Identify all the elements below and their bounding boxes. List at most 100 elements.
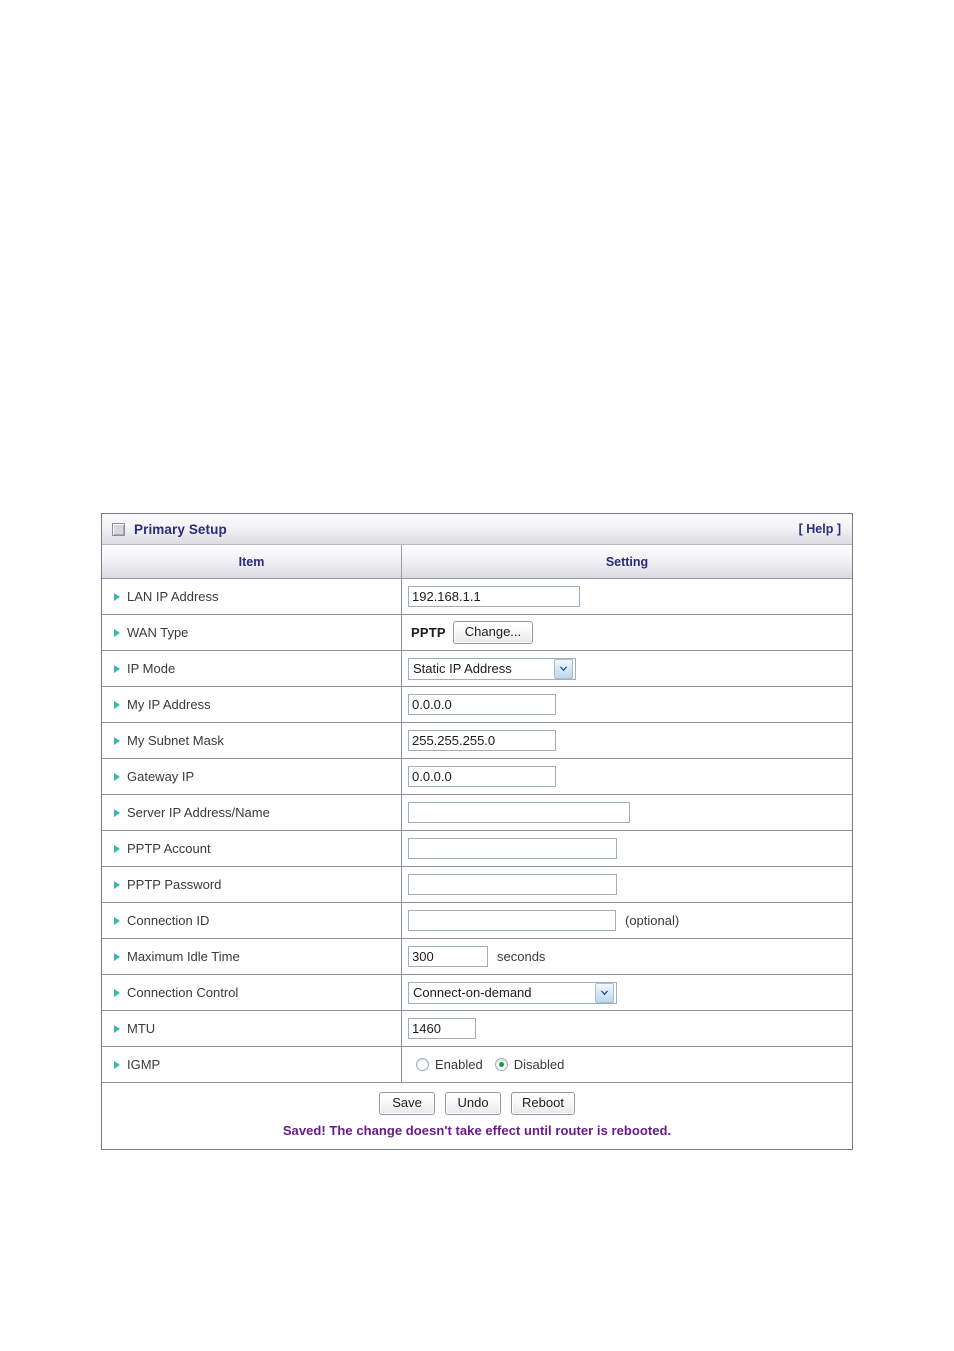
row-setting-cell (402, 687, 852, 722)
row-label: LAN IP Address (127, 589, 219, 604)
row-label-cell: My Subnet Mask (102, 723, 402, 758)
table-row: My Subnet Mask (102, 723, 852, 759)
bullet-arrow-icon (114, 700, 120, 709)
row-setting-cell: seconds (402, 939, 852, 974)
row-label-cell: Connection ID (102, 903, 402, 938)
column-header-setting-label: Setting (605, 554, 649, 569)
row-setting-cell: Connect-on-demand (402, 975, 852, 1010)
bullet-arrow-icon (114, 1024, 120, 1033)
bullet-arrow-icon (114, 628, 120, 637)
row-label-cell: IP Mode (102, 651, 402, 686)
table-row: IP Mode Static IP Address (102, 651, 852, 687)
row-label: PPTP Account (127, 841, 211, 856)
connection-control-selected-value: Connect-on-demand (413, 985, 532, 1000)
row-label: Gateway IP (127, 769, 195, 784)
column-header-setting: Setting (402, 545, 852, 578)
mtu-input[interactable] (408, 1018, 476, 1039)
table-row: Server IP Address/Name (102, 795, 852, 831)
bullet-arrow-icon (114, 772, 120, 781)
table-row: IGMP Enabled Disabled (102, 1047, 852, 1083)
my-subnet-mask-input[interactable] (408, 730, 556, 751)
server-ip-address-name-input[interactable] (408, 802, 630, 823)
row-label-cell: Connection Control (102, 975, 402, 1010)
gateway-ip-input[interactable] (408, 766, 556, 787)
row-setting-cell (402, 1011, 852, 1046)
row-label: Connection ID (127, 913, 210, 928)
my-ip-address-input[interactable] (408, 694, 556, 715)
table-row: PPTP Password (102, 867, 852, 903)
row-setting-cell (402, 723, 852, 758)
igmp-enabled-label[interactable]: Enabled (435, 1057, 483, 1072)
ip-mode-select[interactable]: Static IP Address (408, 657, 576, 680)
column-header-item-label: Item (238, 554, 265, 569)
row-label: Connection Control (127, 985, 239, 1000)
bullet-arrow-icon (114, 880, 120, 889)
panel-titlebar: Primary Setup [ Help ] (102, 514, 852, 545)
bullet-arrow-icon (114, 916, 120, 925)
wan-type-value: PPTP (411, 625, 446, 640)
status-message: Saved! The change doesn't take effect un… (282, 1123, 672, 1138)
reboot-button[interactable]: Reboot (511, 1092, 575, 1115)
connection-id-input[interactable] (408, 910, 616, 931)
igmp-disabled-label[interactable]: Disabled (514, 1057, 565, 1072)
panel-footer: Save Undo Reboot Saved! The change doesn… (102, 1083, 852, 1149)
row-label: WAN Type (127, 625, 189, 640)
table-row: LAN IP Address (102, 579, 852, 615)
row-setting-cell: Enabled Disabled (402, 1047, 852, 1082)
connection-control-select[interactable]: Connect-on-demand (408, 981, 617, 1004)
change-wan-type-button[interactable]: Change... (452, 621, 534, 644)
column-header-item: Item (102, 545, 402, 578)
row-label: MTU (127, 1021, 156, 1036)
row-setting-cell (402, 759, 852, 794)
primary-setup-panel: Primary Setup [ Help ] Item Setting LAN … (101, 513, 853, 1150)
table-row: Connection Control Connect-on-demand (102, 975, 852, 1011)
row-setting-cell: PPTP Change... (402, 615, 852, 650)
row-setting-cell (402, 867, 852, 902)
undo-button[interactable]: Undo (445, 1092, 502, 1115)
bullet-arrow-icon (114, 952, 120, 961)
row-label-cell: PPTP Account (102, 831, 402, 866)
row-setting-cell: Static IP Address (402, 651, 852, 686)
pptp-password-input[interactable] (408, 874, 617, 895)
igmp-disabled-option[interactable]: Disabled (494, 1057, 565, 1072)
maximum-idle-time-input[interactable] (408, 946, 488, 967)
table-row: MTU (102, 1011, 852, 1047)
igmp-enabled-option[interactable]: Enabled (416, 1057, 483, 1072)
row-label-cell: IGMP (102, 1047, 402, 1082)
save-button[interactable]: Save (379, 1092, 436, 1115)
row-label-cell: WAN Type (102, 615, 402, 650)
bullet-arrow-icon (114, 844, 120, 853)
lan-ip-address-input[interactable] (408, 586, 580, 607)
row-label-cell: LAN IP Address (102, 579, 402, 614)
row-label: Server IP Address/Name (127, 805, 270, 820)
bullet-arrow-icon (114, 988, 120, 997)
table-row: My IP Address (102, 687, 852, 723)
bullet-arrow-icon (114, 664, 120, 673)
chevron-down-icon[interactable] (595, 982, 614, 1003)
pptp-account-input[interactable] (408, 838, 617, 859)
row-label: My IP Address (127, 697, 211, 712)
row-label-cell: PPTP Password (102, 867, 402, 902)
table-row: Connection ID (optional) (102, 903, 852, 939)
window-square-icon (112, 522, 125, 536)
igmp-disabled-radio[interactable] (494, 1058, 508, 1071)
row-setting-cell (402, 579, 852, 614)
table-row: WAN Type PPTP Change... (102, 615, 852, 651)
igmp-enabled-radio[interactable] (416, 1058, 429, 1071)
row-label: PPTP Password (127, 877, 222, 892)
bullet-arrow-icon (114, 592, 120, 601)
help-link[interactable]: [ Help ] (799, 522, 841, 536)
bullet-arrow-icon (114, 736, 120, 745)
row-label-cell: MTU (102, 1011, 402, 1046)
bullet-arrow-icon (114, 808, 120, 817)
table-row: Maximum Idle Time seconds (102, 939, 852, 975)
row-label: IGMP (127, 1057, 161, 1072)
chevron-down-icon[interactable] (554, 658, 573, 679)
table-row: Gateway IP (102, 759, 852, 795)
row-label: Maximum Idle Time (127, 949, 240, 964)
table-row: PPTP Account (102, 831, 852, 867)
row-setting-cell (402, 831, 852, 866)
ip-mode-selected-value: Static IP Address (413, 661, 512, 676)
connection-id-suffix: (optional) (625, 913, 680, 928)
footer-button-group: Save Undo Reboot (102, 1092, 852, 1115)
